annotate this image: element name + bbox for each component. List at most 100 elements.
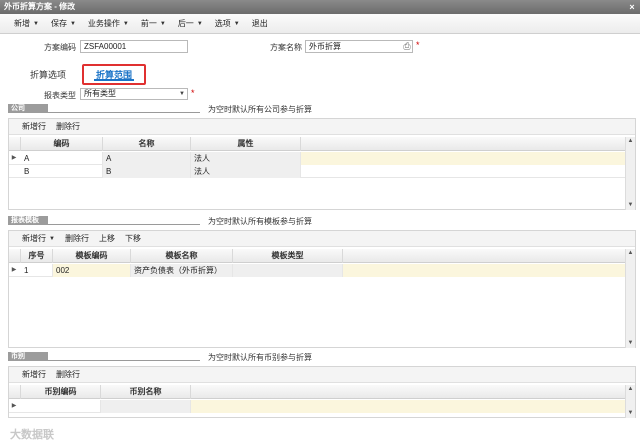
toolbar-options-button[interactable]: 选项 ▼ bbox=[209, 16, 246, 32]
cell-template-type bbox=[233, 264, 343, 277]
company-panel: 新增行 删除行 编码 名称 属性 ▶ A A 法人 B B 法人 ▲ ▼ bbox=[8, 118, 636, 210]
cell-empty bbox=[301, 152, 627, 165]
scheme-code-field[interactable]: ZSFA00001 bbox=[80, 40, 188, 53]
template-section-tag: 报表模板 bbox=[8, 216, 48, 225]
currency-grid-scrollbar[interactable]: ▲ ▼ bbox=[625, 385, 635, 418]
column-header-currency-code[interactable]: 币别编码 bbox=[21, 385, 101, 399]
row-indicator-header bbox=[9, 249, 21, 263]
column-header-seq[interactable]: 序号 bbox=[21, 249, 53, 263]
toolbar-new-label: 新增 bbox=[14, 19, 30, 28]
tab-active-underline bbox=[94, 79, 134, 81]
template-grid: 序号 模板编码 模板名称 模板类型 ▶ 1 002 资产负债表（外币折算） ▲ … bbox=[9, 249, 635, 348]
template-grid-scrollbar[interactable]: ▲ ▼ bbox=[625, 249, 635, 348]
template-delete-row-button[interactable]: 删除行 bbox=[60, 233, 94, 244]
template-move-down-button[interactable]: 下移 bbox=[120, 233, 146, 244]
cell-empty bbox=[343, 264, 627, 277]
toolbar-new-button[interactable]: 新增 ▼ bbox=[8, 16, 45, 32]
cell-name: A bbox=[103, 152, 191, 165]
chevron-down-icon: ▼ bbox=[179, 91, 185, 97]
column-header-name[interactable]: 名称 bbox=[103, 137, 191, 151]
chevron-down-icon: ▼ bbox=[196, 20, 203, 27]
scheme-name-field[interactable]: 外币折算 bbox=[305, 40, 413, 53]
toolbar-prev-button[interactable]: 前一 ▼ bbox=[135, 16, 172, 32]
printer-icon[interactable]: ⎙ bbox=[401, 41, 413, 52]
company-delete-row-button[interactable]: 删除行 bbox=[51, 121, 85, 132]
currency-section-tag: 币别 bbox=[8, 352, 48, 361]
company-grid: 编码 名称 属性 ▶ A A 法人 B B 法人 ▲ ▼ bbox=[9, 137, 635, 210]
template-move-up-button[interactable]: 上移 bbox=[94, 233, 120, 244]
scroll-up-icon[interactable]: ▲ bbox=[626, 137, 635, 146]
cell-attr: 法人 bbox=[191, 152, 301, 165]
template-section-header: 报表模板 bbox=[8, 216, 200, 225]
required-mark: * bbox=[191, 88, 195, 98]
template-add-row-button[interactable]: 新增行 ▼ bbox=[17, 233, 60, 244]
scroll-down-icon[interactable]: ▼ bbox=[626, 339, 635, 348]
main-toolbar: 新增 ▼ 保存 ▼ 业务操作 ▼ 前一 ▼ 后一 ▼ 选项 ▼ 退出 bbox=[0, 14, 640, 34]
required-mark: * bbox=[416, 40, 420, 50]
template-add-row-label: 新增行 bbox=[22, 234, 46, 243]
toolbar-options-label: 选项 bbox=[214, 19, 231, 28]
close-icon[interactable]: × bbox=[627, 2, 637, 12]
toolbar-business-button[interactable]: 业务操作 ▼ bbox=[82, 16, 135, 32]
company-add-row-button[interactable]: 新增行 bbox=[17, 121, 51, 132]
scheme-code-label: 方案编码 bbox=[44, 43, 76, 52]
toolbar-next-button[interactable]: 后一 ▼ bbox=[172, 16, 209, 32]
watermark-logo: 大数据联 bbox=[10, 429, 54, 441]
currency-panel: 新增行 删除行 币别编码 币别名称 ▶ ▲ ▼ bbox=[8, 366, 636, 418]
cell-code[interactable]: B bbox=[21, 165, 103, 178]
column-header-code[interactable]: 编码 bbox=[21, 137, 103, 151]
currency-delete-row-button[interactable]: 删除行 bbox=[51, 369, 85, 380]
currency-grid-header: 币别编码 币别名称 bbox=[9, 385, 625, 399]
report-type-value: 所有类型 bbox=[84, 89, 116, 98]
currency-section-note: 为空时默认所有币别参与折算 bbox=[208, 353, 312, 362]
scroll-down-icon[interactable]: ▼ bbox=[626, 409, 635, 418]
toolbar-exit-button[interactable]: 退出 bbox=[246, 16, 274, 32]
chevron-down-icon: ▼ bbox=[122, 20, 129, 27]
company-section-tag: 公司 bbox=[8, 104, 48, 113]
current-row-arrow-icon: ▶ bbox=[11, 267, 17, 273]
cell-attr: 法人 bbox=[191, 165, 301, 178]
window-title: 外币折算方案 - 修改 bbox=[4, 2, 76, 11]
currency-add-row-button[interactable]: 新增行 bbox=[17, 369, 51, 380]
template-panel: 新增行 ▼ 删除行 上移 下移 序号 模板编码 模板名称 模板类型 ▶ 1 002… bbox=[8, 230, 636, 348]
template-panel-toolbar: 新增行 ▼ 删除行 上移 下移 bbox=[9, 231, 635, 247]
cell-template-code[interactable]: 002 bbox=[53, 264, 131, 277]
template-grid-header: 序号 模板编码 模板名称 模板类型 bbox=[9, 249, 625, 263]
column-header-template-type[interactable]: 模板类型 bbox=[233, 249, 343, 263]
table-row[interactable]: ▶ 1 002 资产负债表（外币折算） bbox=[9, 264, 627, 277]
scroll-up-icon[interactable]: ▲ bbox=[626, 249, 635, 258]
toolbar-business-label: 业务操作 bbox=[87, 19, 120, 28]
table-row[interactable]: B B 法人 bbox=[9, 165, 625, 178]
company-section-note: 为空时默认所有公司参与折算 bbox=[208, 105, 312, 114]
cell-code[interactable]: A bbox=[21, 152, 103, 165]
scroll-up-icon[interactable]: ▲ bbox=[626, 385, 635, 394]
tab-conversion-scope[interactable]: 折算范围 bbox=[82, 64, 146, 85]
currency-panel-toolbar: 新增行 删除行 bbox=[9, 367, 635, 383]
column-header-template-code[interactable]: 模板编码 bbox=[53, 249, 131, 263]
column-header-currency-name[interactable]: 币别名称 bbox=[101, 385, 191, 399]
template-section-note: 为空时默认所有模板参与折算 bbox=[208, 217, 312, 226]
cell-template-name: 资产负债表（外币折算） bbox=[131, 264, 233, 277]
report-type-select[interactable]: 所有类型 ▼ bbox=[80, 88, 188, 100]
current-row-arrow-icon: ▶ bbox=[11, 155, 17, 161]
table-row[interactable]: ▶ bbox=[9, 400, 627, 413]
tab-conversion-options[interactable]: 折算选项 bbox=[30, 68, 66, 81]
toolbar-save-label: 保存 bbox=[50, 19, 67, 28]
table-row[interactable]: ▶ A A 法人 bbox=[9, 152, 627, 165]
currency-section-header: 币别 bbox=[8, 352, 200, 361]
window-titlebar: 外币折算方案 - 修改 × bbox=[0, 0, 640, 14]
company-section-header: 公司 bbox=[8, 104, 200, 113]
scroll-down-icon[interactable]: ▼ bbox=[626, 201, 635, 210]
row-indicator-header bbox=[9, 385, 21, 399]
company-panel-toolbar: 新增行 删除行 bbox=[9, 119, 635, 135]
toolbar-save-button[interactable]: 保存 ▼ bbox=[45, 16, 82, 32]
cell-currency-code[interactable] bbox=[21, 400, 101, 413]
company-grid-scrollbar[interactable]: ▲ ▼ bbox=[625, 137, 635, 210]
cell-seq: 1 bbox=[21, 264, 53, 277]
column-header-attr[interactable]: 属性 bbox=[191, 137, 301, 151]
column-header-template-name[interactable]: 模板名称 bbox=[131, 249, 233, 263]
chevron-down-icon: ▼ bbox=[49, 235, 55, 242]
toolbar-next-label: 后一 bbox=[177, 19, 194, 28]
current-row-arrow-icon: ▶ bbox=[11, 403, 17, 409]
toolbar-exit-label: 退出 bbox=[251, 19, 268, 28]
